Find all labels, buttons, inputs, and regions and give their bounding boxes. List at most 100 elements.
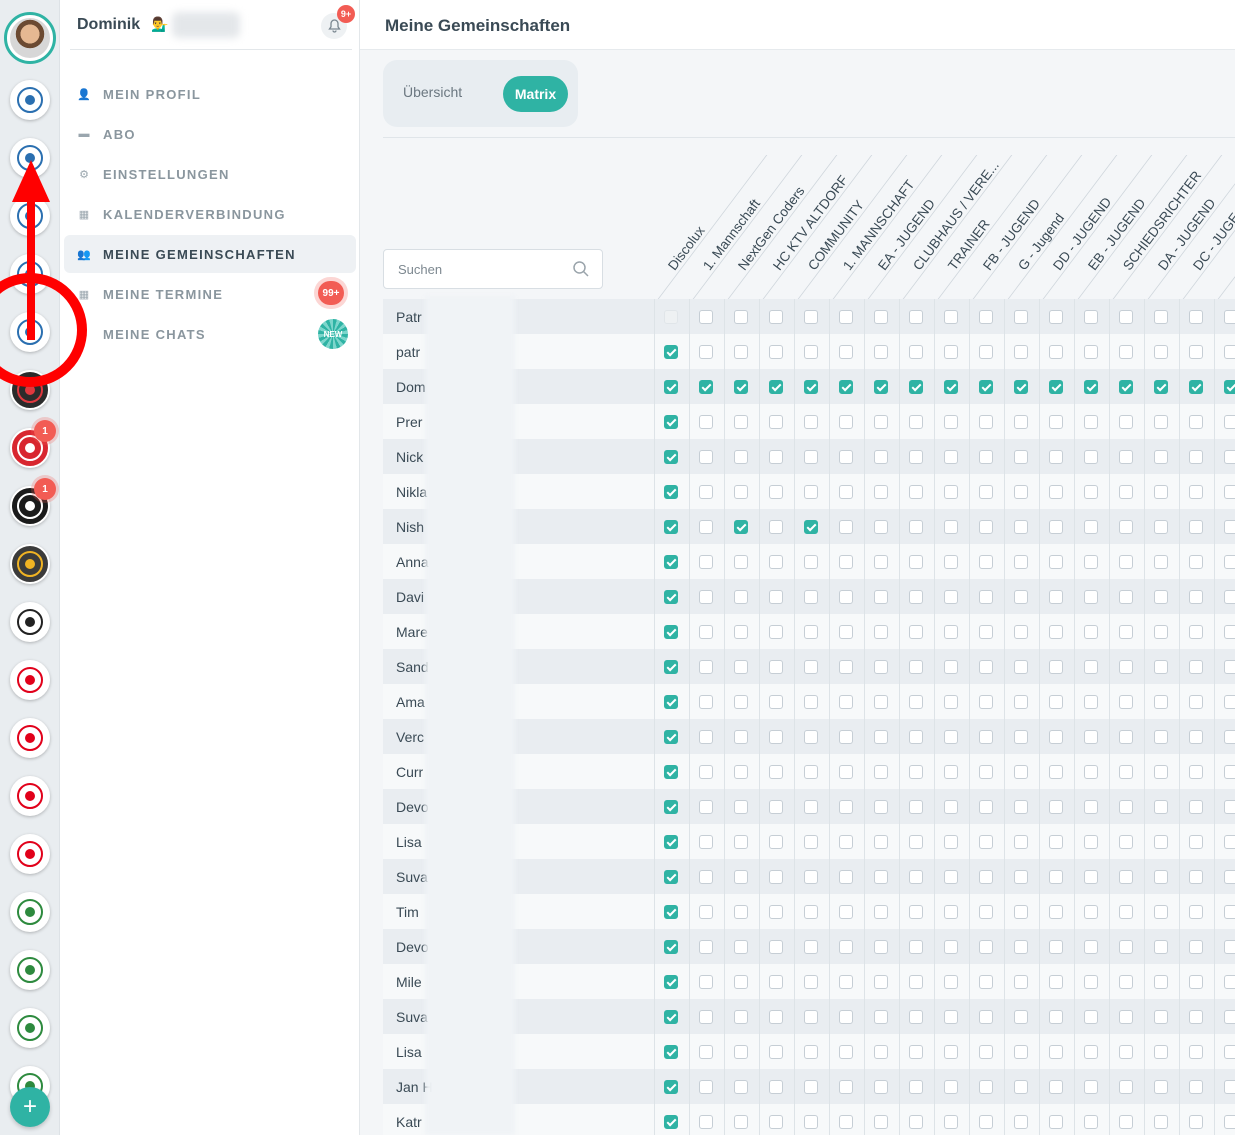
user-avatar[interactable] [4, 12, 56, 64]
membership-checkbox[interactable] [979, 1010, 993, 1024]
membership-checkbox[interactable] [804, 800, 818, 814]
membership-checkbox[interactable] [769, 660, 783, 674]
membership-checkbox[interactable] [1154, 905, 1168, 919]
membership-checkbox[interactable] [1084, 695, 1098, 709]
membership-checkbox[interactable] [944, 695, 958, 709]
membership-checkbox[interactable] [734, 660, 748, 674]
club-avatar[interactable] [10, 892, 50, 932]
membership-checkbox[interactable] [839, 835, 853, 849]
membership-checkbox[interactable] [1119, 555, 1133, 569]
membership-checkbox[interactable] [734, 800, 748, 814]
membership-checkbox[interactable] [1154, 310, 1168, 324]
membership-checkbox[interactable] [909, 835, 923, 849]
membership-checkbox[interactable] [979, 905, 993, 919]
membership-checkbox[interactable] [944, 380, 958, 394]
membership-checkbox[interactable] [979, 310, 993, 324]
membership-checkbox[interactable] [1154, 520, 1168, 534]
membership-checkbox[interactable] [944, 310, 958, 324]
membership-checkbox[interactable] [909, 765, 923, 779]
membership-checkbox[interactable] [804, 660, 818, 674]
membership-checkbox[interactable] [944, 905, 958, 919]
membership-checkbox[interactable] [1014, 695, 1028, 709]
membership-checkbox[interactable] [874, 800, 888, 814]
membership-checkbox[interactable] [1014, 1010, 1028, 1024]
membership-checkbox[interactable] [1084, 520, 1098, 534]
membership-checkbox[interactable] [979, 870, 993, 884]
membership-checkbox[interactable] [1084, 870, 1098, 884]
membership-checkbox[interactable] [804, 695, 818, 709]
membership-checkbox[interactable] [874, 730, 888, 744]
club-avatar[interactable] [10, 1008, 50, 1048]
membership-checkbox[interactable] [1154, 380, 1168, 394]
membership-checkbox[interactable] [804, 730, 818, 744]
tab-matrix[interactable]: Matrix [503, 76, 568, 112]
membership-checkbox[interactable] [1189, 765, 1203, 779]
membership-checkbox[interactable] [944, 800, 958, 814]
membership-checkbox[interactable] [1049, 555, 1063, 569]
membership-checkbox[interactable] [1189, 450, 1203, 464]
membership-checkbox[interactable] [699, 520, 713, 534]
membership-checkbox[interactable] [874, 485, 888, 499]
membership-checkbox[interactable] [1189, 870, 1203, 884]
membership-checkbox[interactable] [1084, 310, 1098, 324]
membership-checkbox[interactable] [804, 870, 818, 884]
membership-checkbox[interactable] [909, 415, 923, 429]
membership-checkbox[interactable] [664, 345, 678, 359]
membership-checkbox[interactable] [909, 345, 923, 359]
membership-checkbox[interactable] [1154, 625, 1168, 639]
membership-checkbox[interactable] [1014, 765, 1028, 779]
membership-checkbox[interactable] [1189, 905, 1203, 919]
membership-checkbox[interactable] [1154, 450, 1168, 464]
membership-checkbox[interactable] [909, 1115, 923, 1129]
membership-checkbox[interactable] [1084, 415, 1098, 429]
membership-checkbox[interactable] [1189, 835, 1203, 849]
membership-checkbox[interactable] [1224, 660, 1235, 674]
membership-checkbox[interactable] [944, 940, 958, 954]
membership-checkbox[interactable] [734, 1080, 748, 1094]
membership-checkbox[interactable] [664, 660, 678, 674]
membership-checkbox[interactable] [804, 590, 818, 604]
membership-checkbox[interactable] [734, 555, 748, 569]
membership-checkbox[interactable] [1224, 765, 1235, 779]
membership-checkbox[interactable] [699, 485, 713, 499]
membership-checkbox[interactable] [1014, 660, 1028, 674]
membership-checkbox[interactable] [1049, 870, 1063, 884]
membership-checkbox[interactable] [1049, 415, 1063, 429]
membership-checkbox[interactable] [1119, 905, 1133, 919]
membership-checkbox[interactable] [804, 1115, 818, 1129]
membership-checkbox[interactable] [1189, 380, 1203, 394]
membership-checkbox[interactable] [1189, 1115, 1203, 1129]
membership-checkbox[interactable] [664, 415, 678, 429]
membership-checkbox[interactable] [979, 940, 993, 954]
membership-checkbox[interactable] [874, 695, 888, 709]
membership-checkbox[interactable] [1084, 590, 1098, 604]
membership-checkbox[interactable] [1154, 765, 1168, 779]
membership-checkbox[interactable] [1049, 380, 1063, 394]
membership-checkbox[interactable] [944, 625, 958, 639]
membership-checkbox[interactable] [839, 695, 853, 709]
membership-checkbox[interactable] [769, 1045, 783, 1059]
membership-checkbox[interactable] [664, 520, 678, 534]
membership-checkbox[interactable] [1014, 1115, 1028, 1129]
membership-checkbox[interactable] [874, 835, 888, 849]
membership-checkbox[interactable] [1084, 625, 1098, 639]
membership-checkbox[interactable] [699, 730, 713, 744]
membership-checkbox[interactable] [699, 765, 713, 779]
membership-checkbox[interactable] [979, 835, 993, 849]
membership-checkbox[interactable] [1154, 730, 1168, 744]
membership-checkbox[interactable] [664, 730, 678, 744]
membership-checkbox[interactable] [909, 590, 923, 604]
membership-checkbox[interactable] [909, 625, 923, 639]
membership-checkbox[interactable] [839, 555, 853, 569]
membership-checkbox[interactable] [874, 870, 888, 884]
membership-checkbox[interactable] [1224, 695, 1235, 709]
membership-checkbox[interactable] [839, 310, 853, 324]
membership-checkbox[interactable] [1189, 660, 1203, 674]
membership-checkbox[interactable] [1014, 590, 1028, 604]
membership-checkbox[interactable] [1119, 660, 1133, 674]
membership-checkbox[interactable] [699, 1045, 713, 1059]
membership-checkbox[interactable] [1119, 1010, 1133, 1024]
membership-checkbox[interactable] [769, 415, 783, 429]
club-avatar[interactable] [10, 718, 50, 758]
membership-checkbox[interactable] [804, 975, 818, 989]
